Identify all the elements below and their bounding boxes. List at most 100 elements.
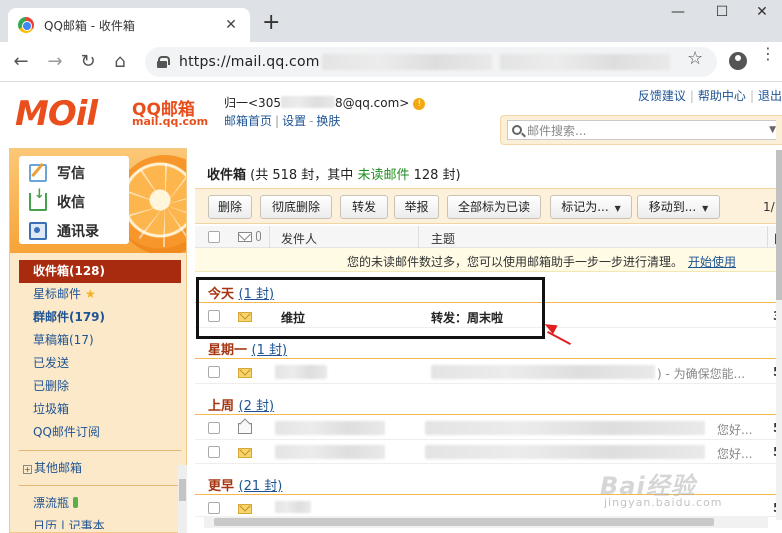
page-vertical-scrollbar[interactable] (776, 150, 782, 520)
summary-text: 128 封) (409, 168, 461, 183)
sidebar-actions: 写信 收信 通讯录 (10, 149, 186, 253)
mail-row[interactable]: 您好... 5 (195, 417, 782, 440)
receive-mail-button[interactable]: 收信 (19, 187, 129, 216)
inbox-summary: 收件箱 (共 518 封，其中 未读邮件 128 封) (207, 164, 461, 183)
report-button[interactable]: 举报 (394, 195, 439, 219)
annotation-highlight-box (196, 277, 545, 339)
select-all-checkbox[interactable] (208, 231, 220, 243)
account-prefix: 归一<305 (224, 96, 281, 110)
mail-row[interactable]: 您好... 5 (195, 441, 782, 464)
page-indicator: 1/ (763, 200, 775, 214)
forward-button[interactable]: 转发 (340, 195, 388, 219)
other-mailboxes-toggle[interactable]: + 其他邮箱 (19, 457, 181, 479)
sidebar-item-calendar[interactable]: 日历 | 记事本 (19, 515, 181, 529)
profile-avatar-icon[interactable] (729, 52, 747, 70)
mail-checkbox[interactable] (208, 422, 220, 434)
sidebar-item-spam[interactable]: 垃圾箱 (19, 398, 181, 421)
warning-icon[interactable]: ! (413, 98, 426, 110)
other-mailboxes-label: 其他邮箱 (34, 461, 83, 475)
search-dropdown-icon[interactable]: ▼ (769, 125, 776, 135)
change-skin-link[interactable]: 换肤 (316, 114, 340, 128)
subject-column-header[interactable]: 主题 (431, 230, 455, 247)
mail-checkbox[interactable] (208, 446, 220, 458)
column-divider (767, 226, 768, 248)
sidebar-item-subscriptions[interactable]: QQ邮件订阅 (19, 421, 181, 444)
address-bar[interactable]: https://mail.qq.com (145, 47, 717, 77)
folder-divider (19, 485, 181, 486)
window-maximize-button[interactable]: ☐ (700, 4, 744, 20)
help-center-link[interactable]: 帮助中心 (698, 89, 746, 103)
move-to-dropdown[interactable]: 移动到... ▼ (637, 195, 720, 219)
watermark-sub: jingyan.baidu.com (604, 496, 723, 509)
mail-toolbar: 删除 彻底删除 转发 举报 全部标为已读 标记为... ▼ 移动到... ▼ 1/ (195, 188, 782, 224)
contacts-button[interactable]: 通讯录 (19, 216, 129, 245)
compose-button[interactable]: 写信 (19, 158, 129, 187)
redacted-subject-blur (425, 445, 705, 459)
folder-label: QQ邮件订阅 (33, 425, 100, 439)
sidebar-item-drift-bottle[interactable]: 漂流瓶 (19, 492, 181, 515)
group-count-link[interactable]: (21 封) (239, 479, 283, 494)
receive-label: 收信 (57, 194, 85, 211)
home-icon[interactable]: ⌂ (109, 51, 131, 73)
back-arrow-icon[interactable]: ← (10, 51, 32, 73)
reload-icon[interactable]: ↻ (77, 51, 99, 73)
group-last-week: 上周 (2 封) (195, 391, 782, 415)
new-tab-button[interactable]: + (262, 12, 280, 34)
folder-label: 垃圾箱 (33, 402, 70, 416)
sender-column-header[interactable]: 发件人 (281, 230, 317, 247)
bookmark-star-icon[interactable]: ☆ (687, 48, 703, 69)
mail-checkbox[interactable] (208, 366, 220, 378)
unread-envelope-icon (238, 368, 252, 378)
sidebar-item-sent[interactable]: 已发送 (19, 352, 181, 375)
delete-button[interactable]: 删除 (208, 195, 252, 219)
sidebar-item-drafts[interactable]: 草稿箱(17) (19, 329, 181, 352)
account-info: 归一<305 8@qq.com>! (224, 94, 426, 111)
mark-all-read-button[interactable]: 全部标为已读 (447, 195, 541, 219)
logout-link[interactable]: 退出 (758, 89, 782, 103)
expand-plus-icon: + (23, 465, 32, 474)
folder-label: 群邮件(179) (33, 310, 106, 324)
baidu-jingyan-watermark: Bai经验 jingyan.baidu.com (600, 466, 780, 512)
scrollbar-thumb[interactable] (214, 518, 714, 526)
mark-as-dropdown[interactable]: 标记为... ▼ (550, 195, 632, 219)
mailbox-home-link[interactable]: 邮箱首页 (224, 114, 272, 128)
feedback-link[interactable]: 反馈建议 (638, 89, 686, 103)
address-url: https://mail.qq.com (179, 54, 320, 70)
mail-search-input[interactable]: 邮件搜索... (507, 120, 776, 140)
browser-toolbar: ← → ↻ ⌂ https://mail.qq.com ☆ (0, 42, 782, 82)
mail-row[interactable]: ) - 为确保您能... 5 (195, 361, 782, 384)
mail-checkbox[interactable] (208, 502, 220, 514)
qqmail-logo[interactable]: MOil (15, 94, 98, 134)
settings-link[interactable]: 设置 (282, 114, 306, 128)
chevron-down-icon: ▼ (702, 204, 709, 213)
read-envelope-icon (238, 423, 252, 434)
group-name: 更早 (208, 479, 235, 494)
sidebar-item-starred[interactable]: 星标邮件 ★ (19, 283, 181, 306)
forward-arrow-icon[interactable]: → (44, 51, 66, 73)
unread-mail-link[interactable]: 未读邮件 (357, 168, 409, 183)
action-buttons: 写信 收信 通讯录 (19, 156, 129, 244)
group-title: 更早 (21 封) (208, 475, 282, 494)
window-minimize-button[interactable]: — (656, 4, 700, 20)
sidebar-scrollbar[interactable] (178, 465, 187, 533)
redacted-account-blur (280, 96, 335, 108)
browser-tab[interactable]: QQ邮箱 - 收件箱 ✕ (8, 8, 250, 42)
compose-label: 写信 (57, 165, 85, 182)
window-close-button[interactable]: ✕ (740, 4, 782, 20)
folder-label: 日历 | 记事本 (33, 519, 105, 529)
purge-button[interactable]: 彻底删除 (260, 195, 332, 219)
account-suffix: 8@qq.com> (334, 96, 410, 110)
group-count-link[interactable]: (1 封) (252, 343, 288, 358)
sidebar-item-deleted[interactable]: 已删除 (19, 375, 181, 398)
sidebar-item-inbox[interactable]: 收件箱(128) (19, 260, 181, 283)
start-using-link[interactable]: 开始使用 (688, 253, 736, 270)
redacted-sender-blur (275, 421, 385, 435)
move-to-label: 移动到... (648, 200, 697, 214)
mail-list-horizontal-scrollbar[interactable] (204, 516, 768, 528)
sidebar-item-group-mail[interactable]: 群邮件(179) (19, 306, 181, 329)
group-count-link[interactable]: (2 封) (239, 399, 275, 414)
tab-close-icon[interactable]: ✕ (222, 17, 240, 33)
unread-envelope-icon (238, 448, 252, 458)
summary-text: (共 518 封，其中 (246, 168, 358, 183)
browser-menu-icon[interactable]: ⋮ (760, 46, 776, 62)
